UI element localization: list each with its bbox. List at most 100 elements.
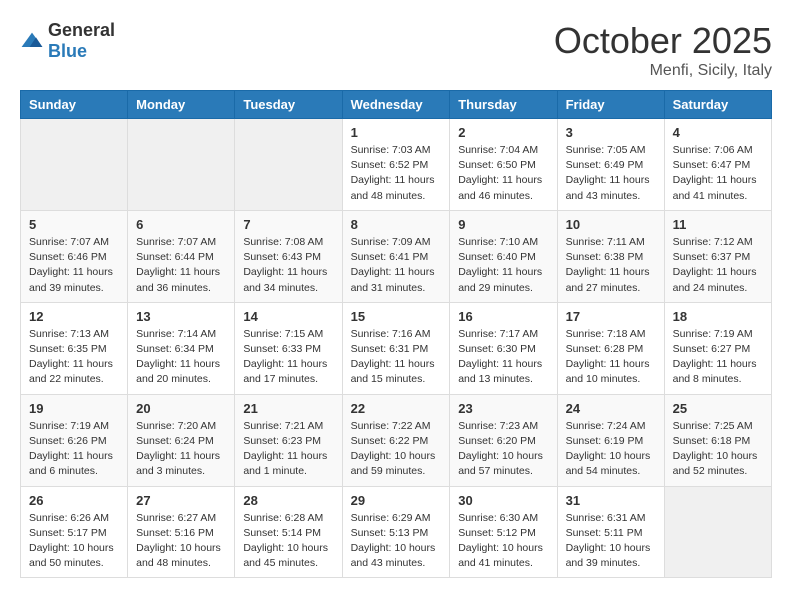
calendar-cell: 2Sunrise: 7:04 AM Sunset: 6:50 PM Daylig… (450, 119, 557, 211)
day-number: 11 (673, 217, 763, 232)
day-number: 21 (243, 401, 333, 416)
day-info: Sunrise: 7:19 AM Sunset: 6:27 PM Dayligh… (673, 327, 763, 388)
day-info: Sunrise: 6:27 AM Sunset: 5:16 PM Dayligh… (136, 511, 226, 572)
day-info: Sunrise: 7:04 AM Sunset: 6:50 PM Dayligh… (458, 143, 548, 204)
day-number: 17 (566, 309, 656, 324)
calendar-cell: 24Sunrise: 7:24 AM Sunset: 6:19 PM Dayli… (557, 394, 664, 486)
weekday-header-saturday: Saturday (664, 91, 771, 119)
day-number: 3 (566, 125, 656, 140)
day-number: 7 (243, 217, 333, 232)
month-title: October 2025 (554, 20, 772, 62)
day-info: Sunrise: 7:23 AM Sunset: 6:20 PM Dayligh… (458, 419, 548, 480)
calendar-cell (21, 119, 128, 211)
calendar-cell: 30 Sunrise: 6:30 AM Sunset: 5:12 PM Dayli… (450, 486, 557, 578)
day-info: Sunrise: 7:21 AM Sunset: 6:23 PM Dayligh… (243, 419, 333, 480)
day-info: Sunrise: 7:09 AM Sunset: 6:41 PM Dayligh… (351, 235, 442, 296)
day-number: 27 (136, 493, 226, 508)
calendar-cell: 7 Sunrise: 7:08 AM Sunset: 6:43 PM Daylig… (235, 210, 342, 302)
day-number: 23 (458, 401, 548, 416)
day-info: Sunrise: 7:22 AM Sunset: 6:22 PM Dayligh… (351, 419, 442, 480)
day-number: 12 (29, 309, 119, 324)
day-info: Sunrise: 7:20 AM Sunset: 6:24 PM Dayligh… (136, 419, 226, 480)
calendar-cell: 11 Sunrise: 7:12 AM Sunset: 6:37 PM Dayli… (664, 210, 771, 302)
calendar-cell (128, 119, 235, 211)
calendar-cell: 12 Sunrise: 7:13 AM Sunset: 6:35 PM Dayli… (21, 302, 128, 394)
day-info: Sunrise: 7:25 AM Sunset: 6:18 PM Dayligh… (673, 419, 763, 480)
day-number: 9 (458, 217, 548, 232)
weekday-header-sunday: Sunday (21, 91, 128, 119)
logo-text: General Blue (48, 20, 115, 62)
calendar-week-row: 26Sunrise: 6:26 AM Sunset: 5:17 PM Dayli… (21, 486, 772, 578)
title-block: October 2025 Menfi, Sicily, Italy (554, 20, 772, 80)
day-info: Sunrise: 7:06 AM Sunset: 6:47 PM Dayligh… (673, 143, 763, 204)
day-info: Sunrise: 7:10 AM Sunset: 6:40 PM Dayligh… (458, 235, 548, 296)
logo-blue: Blue (48, 41, 87, 61)
day-number: 5 (29, 217, 119, 232)
day-info: Sunrise: 6:31 AM Sunset: 5:11 PM Dayligh… (566, 511, 656, 572)
calendar-cell: 26Sunrise: 6:26 AM Sunset: 5:17 PM Dayli… (21, 486, 128, 578)
day-info: Sunrise: 7:07 AM Sunset: 6:44 PM Dayligh… (136, 235, 226, 296)
day-number: 31 (566, 493, 656, 508)
calendar-cell (664, 486, 771, 578)
calendar-cell: 17 Sunrise: 7:18 AM Sunset: 6:28 PM Dayli… (557, 302, 664, 394)
calendar-cell: 21 Sunrise: 7:21 AM Sunset: 6:23 PM Dayli… (235, 394, 342, 486)
calendar-cell: 4 Sunrise: 7:06 AM Sunset: 6:47 PM Daylig… (664, 119, 771, 211)
calendar-cell: 20 Sunrise: 7:20 AM Sunset: 6:24 PM Dayli… (128, 394, 235, 486)
day-number: 29 (351, 493, 442, 508)
weekday-header-monday: Monday (128, 91, 235, 119)
calendar-cell: 10 Sunrise: 7:11 AM Sunset: 6:38 PM Dayli… (557, 210, 664, 302)
day-info: Sunrise: 7:17 AM Sunset: 6:30 PM Dayligh… (458, 327, 548, 388)
calendar-cell: 6Sunrise: 7:07 AM Sunset: 6:44 PM Daylig… (128, 210, 235, 302)
day-number: 1 (351, 125, 442, 140)
day-info: Sunrise: 6:29 AM Sunset: 5:13 PM Dayligh… (351, 511, 442, 572)
calendar-week-row: 12 Sunrise: 7:13 AM Sunset: 6:35 PM Dayli… (21, 302, 772, 394)
calendar-cell: 25 Sunrise: 7:25 AM Sunset: 6:18 PM Dayli… (664, 394, 771, 486)
calendar-cell: 29 Sunrise: 6:29 AM Sunset: 5:13 PM Dayli… (342, 486, 450, 578)
calendar-cell: 16Sunrise: 7:17 AM Sunset: 6:30 PM Dayli… (450, 302, 557, 394)
calendar-cell (235, 119, 342, 211)
day-info: Sunrise: 7:07 AM Sunset: 6:46 PM Dayligh… (29, 235, 119, 296)
weekday-header-friday: Friday (557, 91, 664, 119)
logo-icon (20, 31, 44, 51)
day-number: 20 (136, 401, 226, 416)
calendar-cell: 28 Sunrise: 6:28 AM Sunset: 5:14 PM Dayli… (235, 486, 342, 578)
day-info: Sunrise: 7:19 AM Sunset: 6:26 PM Dayligh… (29, 419, 119, 480)
day-number: 19 (29, 401, 119, 416)
day-number: 30 (458, 493, 548, 508)
day-number: 28 (243, 493, 333, 508)
day-info: Sunrise: 7:24 AM Sunset: 6:19 PM Dayligh… (566, 419, 656, 480)
day-info: Sunrise: 6:28 AM Sunset: 5:14 PM Dayligh… (243, 511, 333, 572)
calendar-cell: 23 Sunrise: 7:23 AM Sunset: 6:20 PM Dayli… (450, 394, 557, 486)
day-info: Sunrise: 7:13 AM Sunset: 6:35 PM Dayligh… (29, 327, 119, 388)
weekday-header-thursday: Thursday (450, 91, 557, 119)
day-info: Sunrise: 7:18 AM Sunset: 6:28 PM Dayligh… (566, 327, 656, 388)
calendar-cell: 8 Sunrise: 7:09 AM Sunset: 6:41 PM Daylig… (342, 210, 450, 302)
day-info: Sunrise: 7:16 AM Sunset: 6:31 PM Dayligh… (351, 327, 442, 388)
day-number: 25 (673, 401, 763, 416)
calendar-cell: 9 Sunrise: 7:10 AM Sunset: 6:40 PM Daylig… (450, 210, 557, 302)
calendar-week-row: 19 Sunrise: 7:19 AM Sunset: 6:26 PM Dayli… (21, 394, 772, 486)
calendar-cell: 22Sunrise: 7:22 AM Sunset: 6:22 PM Dayli… (342, 394, 450, 486)
day-number: 10 (566, 217, 656, 232)
day-info: Sunrise: 7:11 AM Sunset: 6:38 PM Dayligh… (566, 235, 656, 296)
logo: General Blue (20, 20, 115, 62)
day-info: Sunrise: 7:08 AM Sunset: 6:43 PM Dayligh… (243, 235, 333, 296)
day-number: 13 (136, 309, 226, 324)
calendar-cell: 19 Sunrise: 7:19 AM Sunset: 6:26 PM Dayli… (21, 394, 128, 486)
calendar-cell: 14Sunrise: 7:15 AM Sunset: 6:33 PM Dayli… (235, 302, 342, 394)
day-number: 18 (673, 309, 763, 324)
weekday-header-row: SundayMondayTuesdayWednesdayThursdayFrid… (21, 91, 772, 119)
day-number: 14 (243, 309, 333, 324)
page-header: General Blue October 2025 Menfi, Sicily,… (20, 20, 772, 80)
day-info: Sunrise: 6:30 AM Sunset: 5:12 PM Dayligh… (458, 511, 548, 572)
calendar-cell: 1Sunrise: 7:03 AM Sunset: 6:52 PM Daylig… (342, 119, 450, 211)
calendar-cell: 3 Sunrise: 7:05 AM Sunset: 6:49 PM Daylig… (557, 119, 664, 211)
day-number: 26 (29, 493, 119, 508)
day-info: Sunrise: 7:05 AM Sunset: 6:49 PM Dayligh… (566, 143, 656, 204)
weekday-header-wednesday: Wednesday (342, 91, 450, 119)
day-number: 4 (673, 125, 763, 140)
day-info: Sunrise: 7:12 AM Sunset: 6:37 PM Dayligh… (673, 235, 763, 296)
day-number: 8 (351, 217, 442, 232)
calendar-table: SundayMondayTuesdayWednesdayThursdayFrid… (20, 90, 772, 578)
day-number: 15 (351, 309, 442, 324)
